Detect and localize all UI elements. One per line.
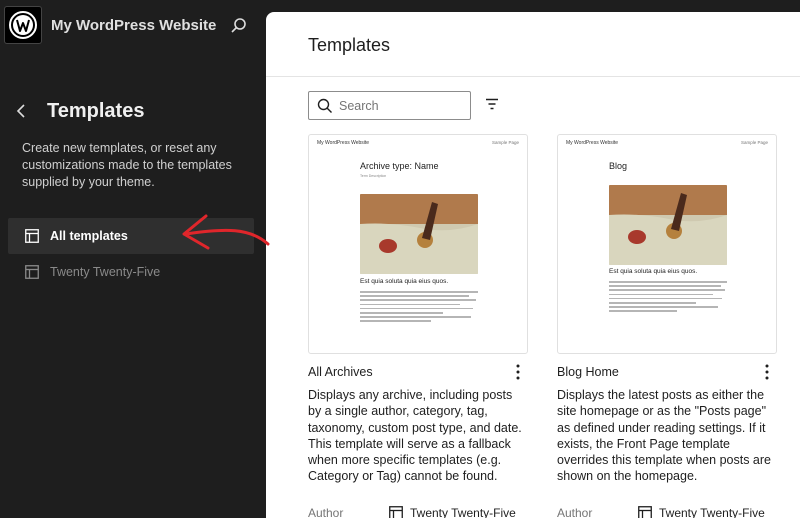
search-icon <box>317 98 332 113</box>
preview-site-title: My WordPress Website <box>317 140 370 146</box>
template-card-blog-home[interactable]: My WordPress Website Sample Page Blog Es… <box>557 134 777 518</box>
sidebar-item-label: Twenty Twenty-Five <box>50 265 161 279</box>
template-preview[interactable]: My WordPress Website Sample Page Blog Es… <box>557 134 777 354</box>
author-label: Author <box>557 506 593 518</box>
preview-text-lines <box>609 281 727 315</box>
template-preview[interactable]: My WordPress Website Sample Page Archive… <box>308 134 528 354</box>
chevron-left-icon[interactable] <box>14 100 30 122</box>
sidebar-item-label: All templates <box>50 229 128 243</box>
preview-heading: Blog <box>609 161 628 171</box>
preview-image <box>360 194 478 274</box>
preview-caption: Est quia soluta quia eius quos. <box>360 278 449 285</box>
layout-icon <box>25 229 39 243</box>
layout-icon <box>389 506 403 518</box>
sidebar-item-twenty-twenty-five[interactable]: Twenty Twenty-Five <box>8 254 254 290</box>
preview-site-title: My WordPress Website <box>566 140 619 146</box>
template-card-all-archives[interactable]: My WordPress Website Sample Page Archive… <box>308 134 528 518</box>
theme-name: Twenty Twenty-Five <box>659 506 765 518</box>
layout-icon <box>25 265 39 279</box>
page-title: Templates <box>308 35 391 55</box>
preview-heading: Archive type: Name <box>360 161 439 171</box>
preview-image <box>609 185 727 265</box>
template-meta: Author Twenty Twenty-Five <box>557 506 777 518</box>
filter-icon[interactable] <box>485 97 499 111</box>
preview-subtitle: Term Description <box>360 174 387 178</box>
preview-caption: Est quia soluta quia eius quos. <box>609 268 698 275</box>
template-meta: Author Twenty Twenty-Five <box>308 506 528 518</box>
preview-page-link: Sample Page <box>740 140 768 145</box>
template-description: Displays the latest posts as either the … <box>557 388 771 484</box>
preview-text-lines <box>360 291 478 325</box>
search-input[interactable] <box>339 98 459 113</box>
template-title[interactable]: All Archives <box>308 365 373 379</box>
wordpress-logo-icon <box>9 11 37 39</box>
sidebar-section-title: Templates <box>47 100 145 122</box>
sidebar: My WordPress Website Templates Create ne… <box>0 0 266 518</box>
site-title[interactable]: My WordPress Website <box>51 17 216 34</box>
author-label: Author <box>308 506 344 518</box>
more-options-icon[interactable] <box>761 363 773 381</box>
main-header: Templates <box>266 12 800 77</box>
annotation-arrow-icon <box>182 214 270 250</box>
template-title[interactable]: Blog Home <box>557 365 619 379</box>
preview-page-link: Sample Page <box>491 140 519 145</box>
search-icon[interactable] <box>229 16 249 36</box>
more-options-icon[interactable] <box>512 363 524 381</box>
template-description: Displays any archive, including posts by… <box>308 388 522 484</box>
search-field[interactable] <box>308 91 471 120</box>
main-panel: Templates My WordPress Website Sample Pa… <box>266 12 800 518</box>
theme-name: Twenty Twenty-Five <box>410 506 516 518</box>
sidebar-description: Create new templates, or reset any custo… <box>22 141 232 189</box>
wordpress-logo-button[interactable] <box>4 6 42 44</box>
layout-icon <box>638 506 652 518</box>
